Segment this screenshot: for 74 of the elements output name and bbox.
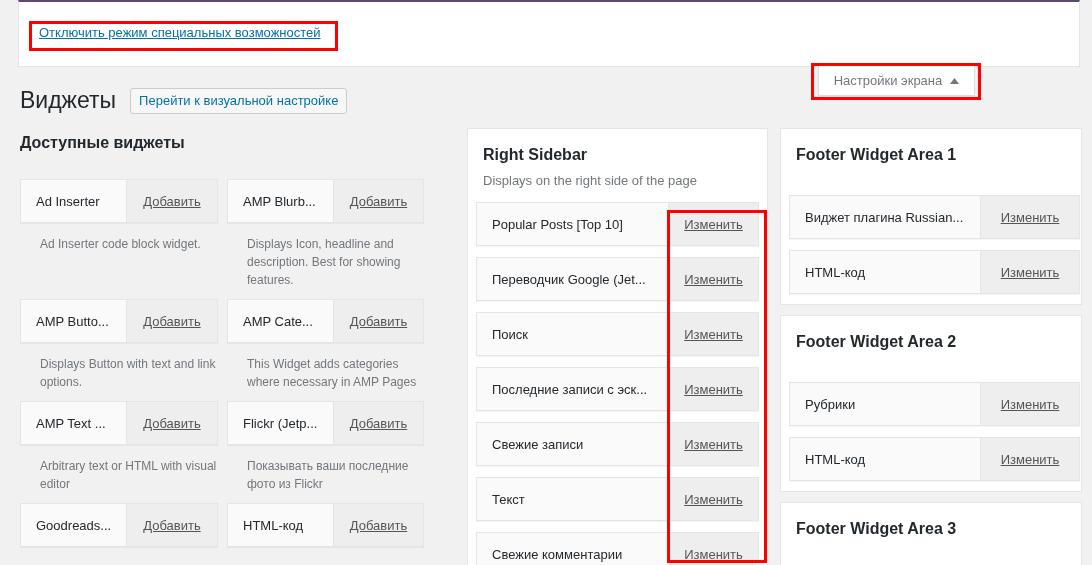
widget-tile[interactable]: Popular Posts [Top 10] Изменить	[476, 202, 759, 246]
widget-tile[interactable]: Последние записи с эск... Изменить	[476, 367, 759, 411]
widget-tile[interactable]: HTML-код Добавить	[227, 503, 424, 547]
widget-description: Displays Icon, headline and description. Best for showing features.	[246, 236, 402, 289]
customizer-button[interactable]: Перейти к визуальной настройке	[130, 87, 348, 114]
widget-name: AMP Butto...	[21, 300, 127, 342]
widget-description: This Widget adds categories where necessary in AMP Pages	[246, 356, 418, 391]
edit-link[interactable]: Изменить	[981, 196, 1079, 238]
widget-tile[interactable]: Ad Inserter Добавить	[20, 179, 218, 223]
widget-name: Ad Inserter	[21, 180, 127, 222]
widget-description: Displays Button with text and link options.	[39, 356, 217, 391]
add-link[interactable]: Добавить	[127, 300, 217, 342]
sidebar-title: Footer Widget Area 1	[795, 145, 958, 165]
edit-link[interactable]: Изменить	[669, 533, 758, 565]
accessibility-link[interactable]: Отключить режим специальных возможностей	[39, 25, 321, 40]
widget-description: Ad Inserter code block widget.	[39, 236, 202, 253]
widget-name: Виджет плагина Russian...	[790, 196, 981, 238]
widget-tile[interactable]: AMP Butto... Добавить	[20, 299, 218, 343]
widget-tile[interactable]: Свежие комментарии Изменить	[476, 532, 759, 565]
widget-tile[interactable]: Переводчик Google (Jet... Изменить	[476, 257, 759, 301]
widget-name: HTML-код	[790, 251, 981, 293]
add-link[interactable]: Добавить	[334, 504, 423, 546]
widget-name: AMP Blurb...	[228, 180, 334, 222]
widget-name: Свежие записи	[477, 423, 669, 465]
edit-link[interactable]: Изменить	[981, 251, 1079, 293]
widget-tile[interactable]: Рубрики Изменить	[789, 382, 1080, 426]
add-link[interactable]: Добавить	[127, 402, 217, 444]
widget-tile[interactable]: Текст Изменить	[476, 477, 759, 521]
sidebar-description: Displays on the right side of the page	[482, 172, 698, 188]
widget-name: AMP Text ...	[21, 402, 127, 444]
widget-tile[interactable]: AMP Cate... Добавить	[227, 299, 424, 343]
sidebar-title: Right Sidebar	[482, 145, 588, 165]
add-link[interactable]: Добавить	[127, 180, 217, 222]
widget-name: Popular Posts [Top 10]	[477, 203, 669, 245]
widget-tile[interactable]: Goodreads... Добавить	[20, 503, 218, 547]
widget-description: Показывать ваши последние фото из Flickr	[246, 458, 410, 493]
widget-tile[interactable]: Виджет плагина Russian... Изменить	[789, 195, 1080, 239]
edit-link[interactable]: Изменить	[669, 478, 758, 520]
widget-name: Текст	[477, 478, 669, 520]
add-link[interactable]: Добавить	[334, 180, 423, 222]
edit-link[interactable]: Изменить	[669, 368, 758, 410]
widget-name: HTML-код	[228, 504, 334, 546]
edit-link[interactable]: Изменить	[981, 383, 1079, 425]
caret-up-icon	[950, 77, 960, 84]
widget-name: AMP Cate...	[228, 300, 334, 342]
add-link[interactable]: Добавить	[334, 402, 423, 444]
widget-tile[interactable]: Поиск Изменить	[476, 312, 759, 356]
widget-tile[interactable]: AMP Text ... Добавить	[20, 401, 218, 445]
add-link[interactable]: Добавить	[334, 300, 423, 342]
widget-tile[interactable]: AMP Blurb... Добавить	[227, 179, 424, 223]
page-title: Виджеты	[20, 87, 117, 114]
edit-link[interactable]: Изменить	[669, 203, 758, 245]
section-title: Доступные виджеты	[20, 134, 186, 152]
sidebar-title: Footer Widget Area 3	[795, 519, 958, 539]
widget-name: HTML-код	[790, 438, 981, 480]
widget-name: Поиск	[477, 313, 669, 355]
widget-tile[interactable]: HTML-код Изменить	[789, 437, 1080, 481]
widget-name: Goodreads...	[21, 504, 127, 546]
edit-link[interactable]: Изменить	[669, 258, 758, 300]
widget-tile[interactable]: Свежие записи Изменить	[476, 422, 759, 466]
widget-name: Переводчик Google (Jet...	[477, 258, 669, 300]
add-link[interactable]: Добавить	[127, 504, 217, 546]
widget-name: Flickr (Jetp...	[228, 402, 334, 444]
widget-name: Свежие комментарии	[477, 533, 669, 565]
sidebar-title: Footer Widget Area 2	[795, 332, 958, 352]
widget-description: Arbitrary text or HTML with visual editor	[39, 458, 218, 493]
edit-link[interactable]: Изменить	[981, 438, 1079, 480]
widget-name: Рубрики	[790, 383, 981, 425]
widget-tile[interactable]: Flickr (Jetp... Добавить	[227, 401, 424, 445]
widget-name: Последние записи с эск...	[477, 368, 669, 410]
screen-options-tab[interactable]: Настройки экрана	[818, 66, 975, 96]
widget-tile[interactable]: HTML-код Изменить	[789, 250, 1080, 294]
edit-link[interactable]: Изменить	[669, 313, 758, 355]
edit-link[interactable]: Изменить	[669, 423, 758, 465]
